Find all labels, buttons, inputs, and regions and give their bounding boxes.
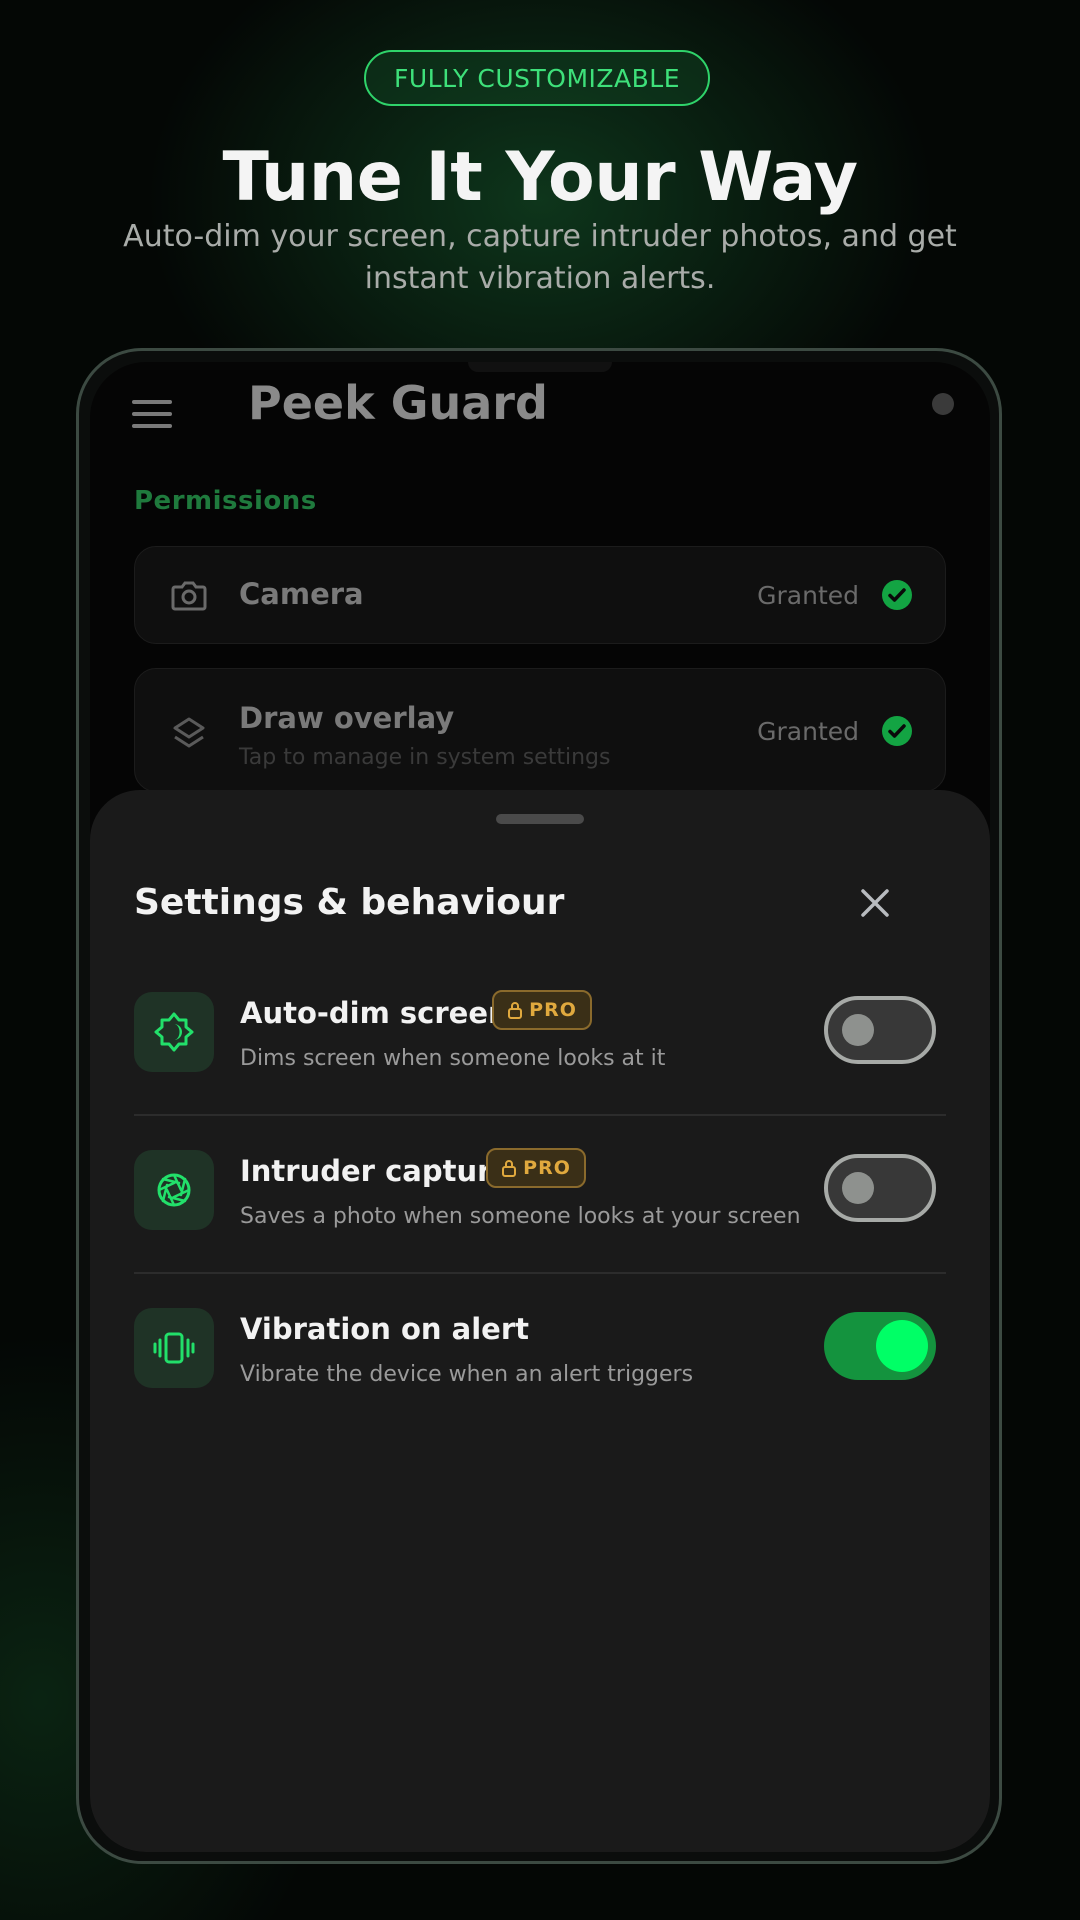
divider (134, 1272, 946, 1274)
setting-row-intruder-capture[interactable]: Intruder capture PRO Saves a photo when … (134, 1128, 946, 1258)
permission-card-draw-overlay[interactable]: Draw overlay Tap to manage in system set… (134, 668, 946, 792)
status-dot (932, 393, 954, 415)
permission-name: Camera (239, 577, 364, 611)
sheet-title: Settings & behaviour (134, 882, 565, 923)
close-icon[interactable] (850, 878, 900, 928)
phone-screen: Peek Guard Permissions Camera Granted Dr… (90, 362, 990, 1852)
pro-label: PRO (523, 1157, 571, 1179)
permission-status: Granted (757, 581, 859, 610)
setting-description: Dims screen when someone looks at it (240, 1046, 666, 1071)
layers-icon (173, 717, 205, 748)
menu-icon[interactable] (130, 392, 174, 436)
toggle-knob (842, 1172, 874, 1204)
hero-subtitle: Auto-dim your screen, capture intruder p… (123, 219, 957, 296)
lock-icon (502, 1160, 517, 1177)
permission-card-camera[interactable]: Camera Granted (134, 546, 946, 644)
permission-hint: Tap to manage in system settings (239, 745, 611, 770)
vibration-toggle[interactable] (824, 1312, 936, 1380)
pro-label: PRO (529, 999, 577, 1021)
phone-notch (468, 362, 612, 372)
settings-bottom-sheet: Settings & behaviour Auto-dim screen PRO… (90, 790, 990, 1852)
toggle-knob (876, 1320, 928, 1372)
setting-description: Saves a photo when someone looks at your… (240, 1204, 801, 1229)
check-circle-icon (882, 716, 912, 746)
lock-icon (508, 1002, 523, 1019)
pro-badge: PRO (492, 990, 592, 1030)
brightness-icon (134, 992, 214, 1072)
drag-handle[interactable] (496, 814, 584, 824)
section-label-permissions: Permissions (134, 486, 317, 516)
setting-title: Auto-dim screen (240, 996, 509, 1030)
app-title: Peek Guard (248, 376, 548, 430)
pro-badge: PRO (486, 1148, 586, 1188)
hero-title: Tune It Your Way (222, 138, 858, 217)
toggle-knob (842, 1014, 874, 1046)
intruder-capture-toggle[interactable] (824, 1154, 936, 1222)
setting-title: Intruder capture (240, 1154, 512, 1188)
vibration-icon (134, 1308, 214, 1388)
aperture-icon (134, 1150, 214, 1230)
check-circle-icon (882, 580, 912, 610)
setting-description: Vibrate the device when an alert trigger… (240, 1362, 694, 1387)
auto-dim-toggle[interactable] (824, 996, 936, 1064)
permission-name: Draw overlay (239, 701, 455, 735)
setting-row-auto-dim[interactable]: Auto-dim screen PRO Dims screen when som… (134, 970, 946, 1100)
camera-icon (171, 581, 207, 611)
permission-status: Granted (757, 717, 859, 746)
setting-row-vibration[interactable]: Vibration on alert Vibrate the device wh… (134, 1286, 946, 1416)
feature-badge: FULLY CUSTOMIZABLE (364, 50, 710, 106)
setting-title: Vibration on alert (240, 1312, 529, 1346)
divider (134, 1114, 946, 1116)
